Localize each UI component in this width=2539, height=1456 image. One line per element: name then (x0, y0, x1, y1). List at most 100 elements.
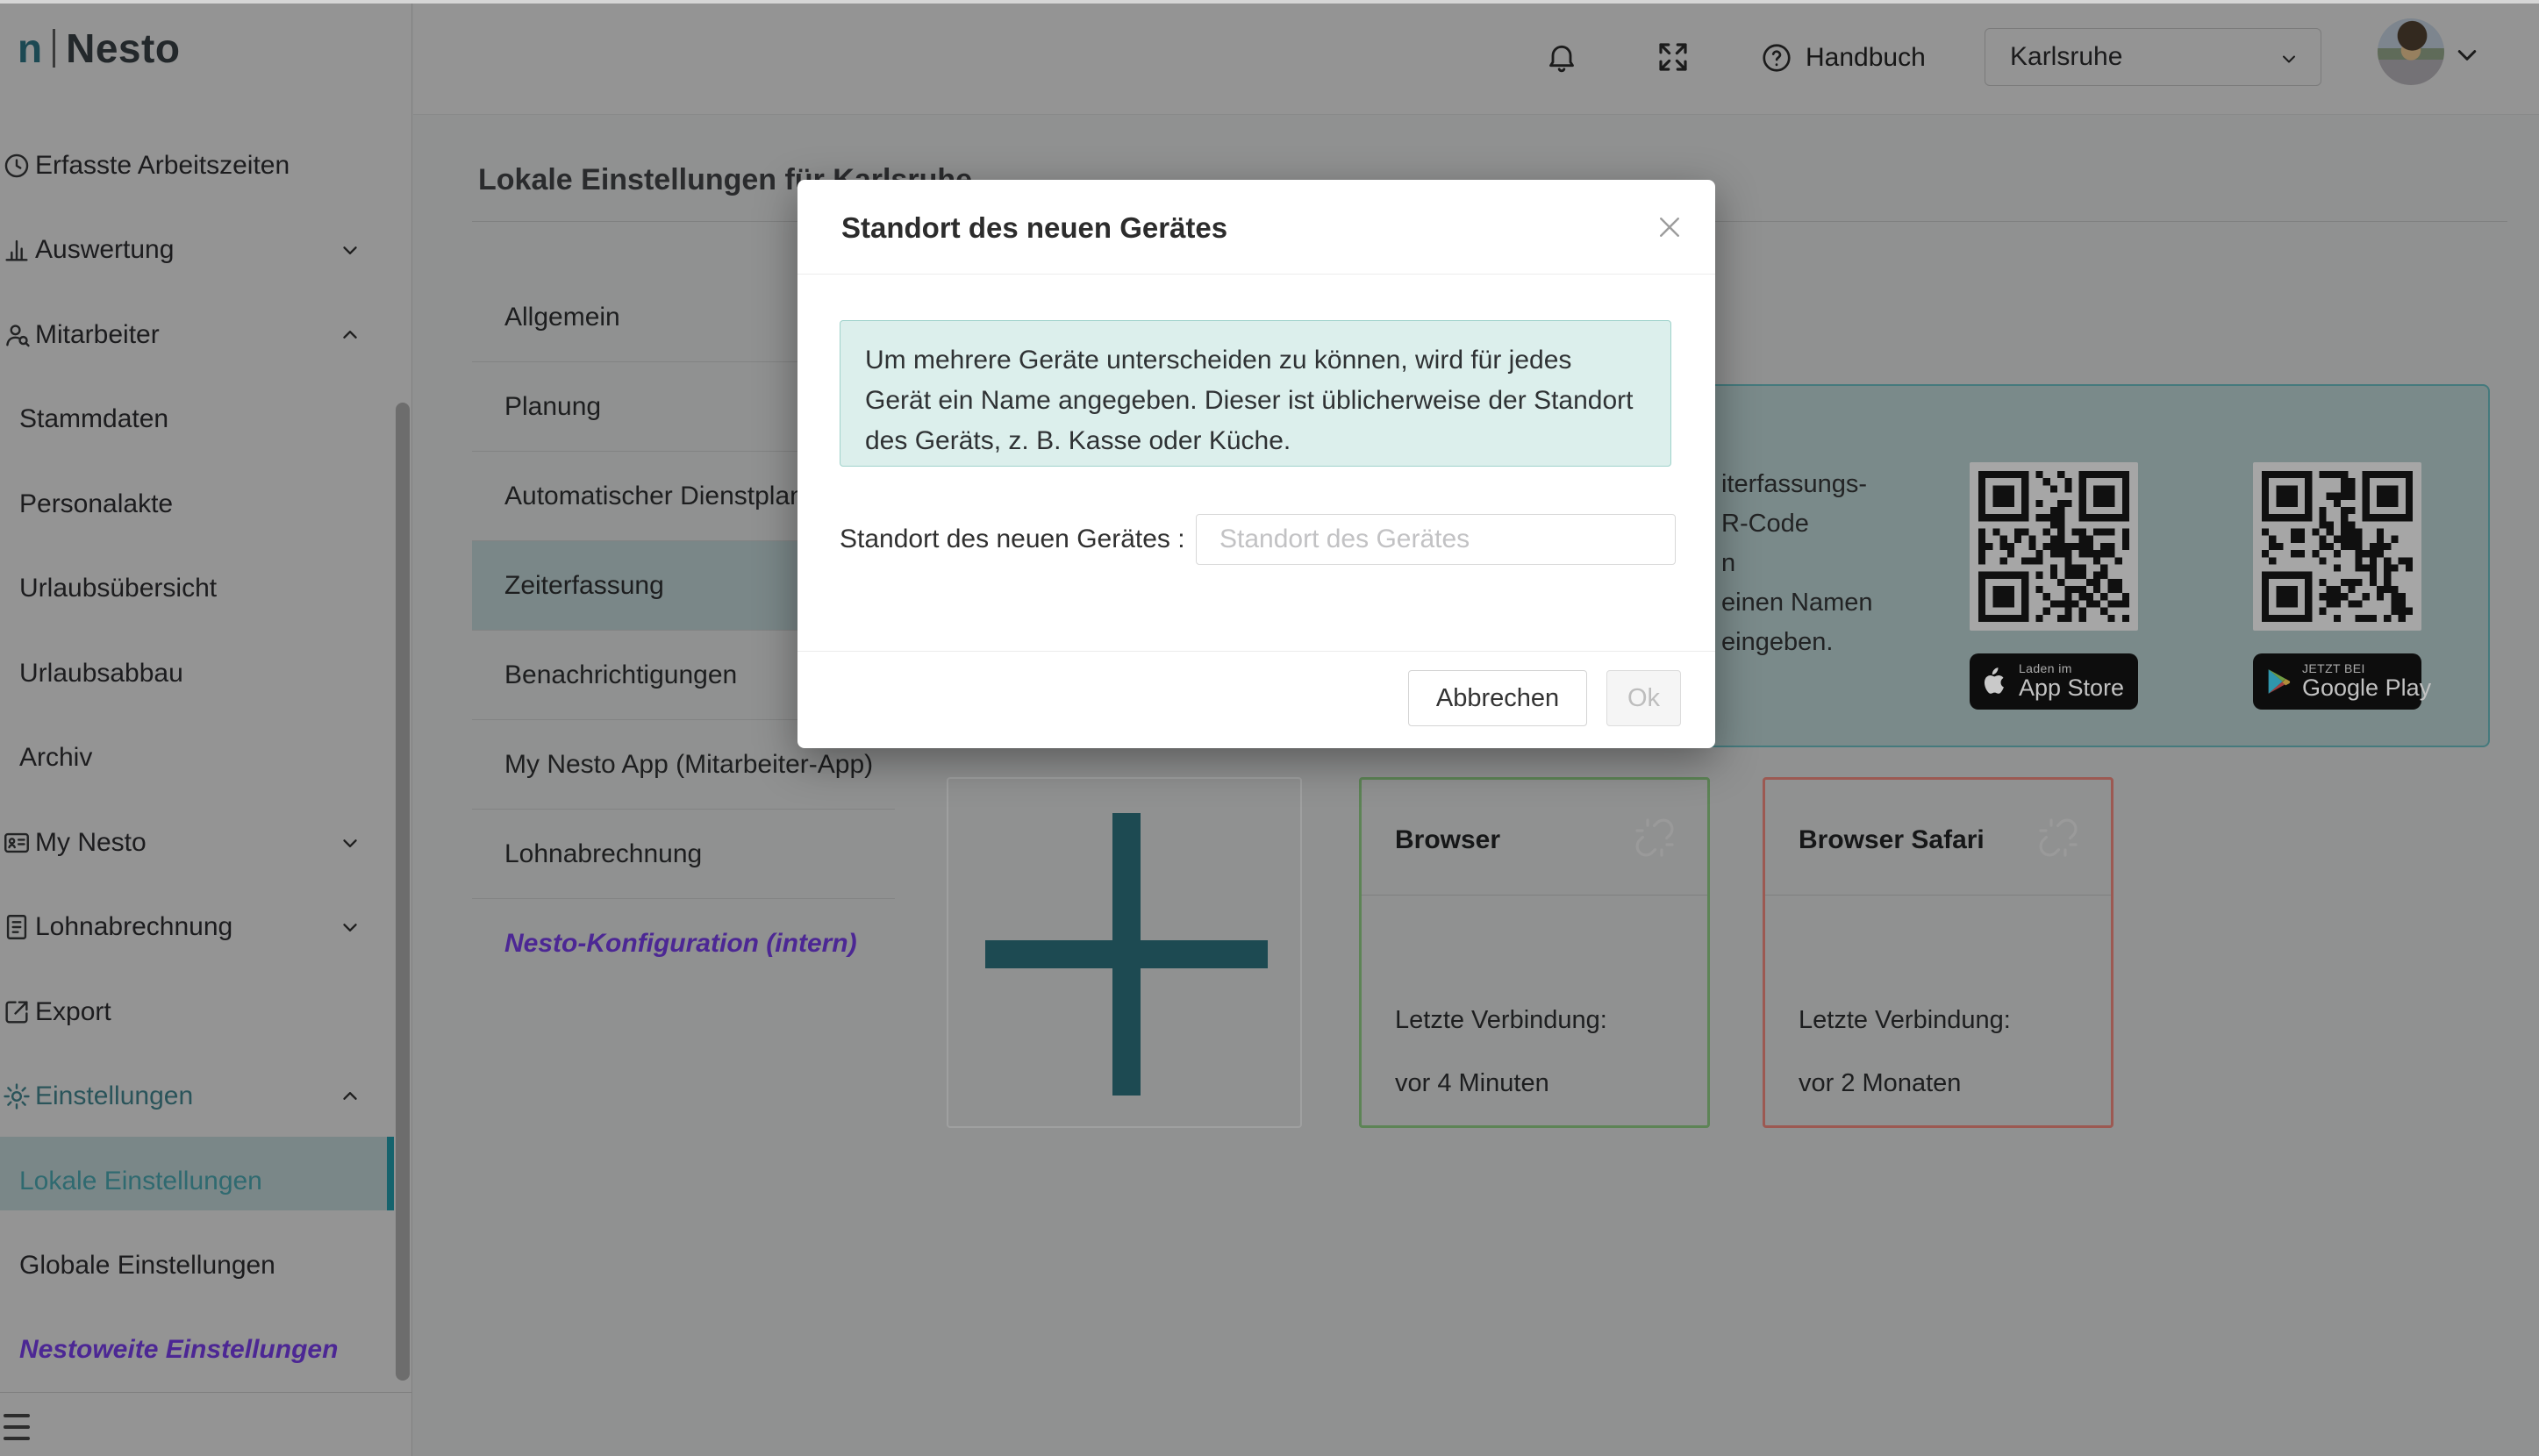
chevron-down-icon (2278, 46, 2299, 68)
tab-label: Allgemein (504, 303, 620, 332)
fullscreen-icon[interactable] (1655, 39, 1691, 75)
bell-icon[interactable] (1544, 39, 1579, 75)
tab-label: Lohnabrechnung (504, 839, 702, 869)
tab-label: Planung (504, 392, 601, 422)
tab-label: Automatischer Dienstplan (504, 482, 805, 511)
logo-mark: n (18, 25, 42, 72)
device-location-input[interactable] (1196, 514, 1676, 565)
user-search-icon (2, 320, 32, 350)
modal-info-box: Um mehrere Geräte unterscheiden zu könne… (840, 320, 1671, 467)
invoice-icon (2, 912, 32, 942)
manual-link[interactable]: Handbuch (1760, 40, 1970, 75)
sidebar-item-lokale-einstellungen[interactable]: Lokale Einstellungen (0, 1164, 394, 1199)
modal-info-text: Um mehrere Geräte unterscheiden zu könne… (865, 340, 1637, 461)
user-menu-chevron-icon[interactable] (2452, 42, 2482, 68)
sidebar-item-archiv[interactable]: Archiv (0, 740, 394, 775)
chevron-up-icon (339, 324, 361, 346)
unlink-icon[interactable] (1634, 817, 1676, 859)
sidebar-item-globale-einstellungen[interactable]: Globale Einstellungen (0, 1248, 394, 1283)
id-card-icon (2, 828, 32, 858)
device-card-browser-safari[interactable]: Browser Safari Letzte Verbindung: vor 2 … (1763, 777, 2113, 1128)
bar-chart-icon (2, 235, 32, 265)
sidebar-item-lohnabrechnung[interactable]: Lohnabrechnung (0, 910, 394, 945)
badge-tagline: JETZT BEI (2302, 662, 2431, 675)
google-play-qr-code (2253, 462, 2421, 631)
card-divider (1362, 895, 1707, 896)
sidebar-item-label: Urlaubsabbau (19, 659, 183, 689)
sidebar-item-erfasste-arbeitszeiten[interactable]: Erfasste Arbeitszeiten (0, 148, 394, 183)
sidebar-item-personalakte[interactable]: Personalakte (0, 487, 394, 522)
device-location-label: Standort des neuen Gerätes : (840, 525, 1177, 554)
sidebar-item-my-nesto[interactable]: My Nesto (0, 825, 394, 860)
card-divider (1765, 895, 2111, 896)
ok-button[interactable]: Ok (1606, 670, 1681, 726)
sidebar-item-label: Urlaubsübersicht (19, 574, 217, 603)
location-select-value: Karlsruhe (2010, 42, 2122, 72)
sidebar: n Nesto Erfasste Arbeitszeiten Auswertun… (0, 4, 412, 1456)
badge-store-name: App Store (2019, 675, 2124, 700)
sidebar-bottom-divider (0, 1392, 412, 1393)
sidebar-item-nestoweite-einstellungen[interactable]: Nestoweite Einstellungen (0, 1332, 394, 1367)
last-connection-label: Letzte Verbindung: (1395, 1006, 1607, 1035)
tab-label: Nesto-Konfiguration (intern) (504, 929, 857, 959)
unlink-icon[interactable] (2037, 817, 2079, 859)
sidebar-item-label: Lohnabrechnung (35, 912, 232, 942)
sidebar-item-einstellungen[interactable]: Einstellungen (0, 1079, 394, 1114)
logo-name: Nesto (66, 25, 180, 72)
last-connection-label: Letzte Verbindung: (1799, 1006, 2011, 1035)
ok-button-label: Ok (1627, 684, 1660, 713)
manual-label: Handbuch (1806, 43, 1926, 73)
logo-divider (53, 29, 55, 68)
sidebar-item-label: Erfasste Arbeitszeiten (35, 151, 290, 181)
gear-icon (2, 1081, 32, 1111)
apple-icon (1980, 667, 2010, 696)
sidebar-item-label: Lokale Einstellungen (19, 1167, 262, 1196)
google-play-icon (2264, 667, 2293, 696)
cancel-button[interactable]: Abbrechen (1408, 670, 1587, 726)
sidebar-item-auswertung[interactable]: Auswertung (0, 232, 394, 268)
chevron-down-icon (339, 831, 361, 854)
sidebar-item-mitarbeiter[interactable]: Mitarbeiter (0, 318, 394, 353)
sidebar-scrollbar[interactable] (396, 403, 410, 1381)
export-icon (2, 997, 32, 1027)
device-card-title: Browser Safari (1799, 825, 1985, 855)
location-select[interactable]: Karlsruhe (1985, 28, 2321, 86)
app-logo: n Nesto (18, 25, 180, 72)
clock-icon (2, 151, 32, 181)
new-device-modal: Standort des neuen Gerätes Um mehrere Ge… (797, 180, 1715, 748)
sidebar-item-export[interactable]: Export (0, 995, 394, 1030)
chevron-up-icon (339, 1085, 361, 1108)
sidebar-item-label: Nestoweite Einstellungen (19, 1335, 338, 1365)
collapse-menu-icon[interactable] (4, 1410, 33, 1445)
app-store-qr-code (1970, 462, 2138, 631)
badge-tagline: Laden im (2019, 662, 2124, 675)
help-circle-icon (1760, 41, 1793, 75)
close-icon[interactable] (1654, 211, 1685, 243)
sidebar-item-label: Stammdaten (19, 404, 168, 434)
modal-title: Standort des neuen Gerätes (841, 211, 1227, 245)
last-connection-value: vor 4 Minuten (1395, 1069, 1549, 1098)
avatar[interactable] (2378, 18, 2444, 85)
modal-header-divider (797, 274, 1715, 275)
device-card-title: Browser (1395, 825, 1500, 855)
google-play-badge: JETZT BEI Google Play (2253, 653, 2421, 710)
sidebar-item-urlaubsabbau[interactable]: Urlaubsabbau (0, 656, 394, 691)
modal-footer-divider (797, 651, 1715, 652)
app-store-badge: Laden im App Store (1970, 653, 2138, 710)
app-screen: n Nesto Erfasste Arbeitszeiten Auswertun… (0, 0, 2539, 1456)
sidebar-item-label: My Nesto (35, 828, 147, 858)
chevron-down-icon (339, 239, 361, 261)
sidebar-item-label: Personalakte (19, 489, 173, 519)
tab-label: Zeiterfassung (504, 571, 664, 601)
device-card-browser[interactable]: Browser Letzte Verbindung: vor 4 Minuten (1359, 777, 1710, 1128)
add-device-card[interactable] (947, 777, 1302, 1128)
sidebar-item-stammdaten[interactable]: Stammdaten (0, 402, 394, 437)
plus-icon (985, 940, 1268, 968)
tab-lohnabrechnung[interactable]: Lohnabrechnung (472, 810, 895, 899)
sidebar-item-urlaubsuebersicht[interactable]: Urlaubsübersicht (0, 571, 394, 606)
sidebar-item-label: Archiv (19, 743, 92, 773)
sidebar-item-label: Export (35, 997, 111, 1027)
tab-label: Benachrichtigungen (504, 660, 737, 690)
tab-nesto-konfiguration[interactable]: Nesto-Konfiguration (intern) (472, 899, 895, 989)
badge-store-name: Google Play (2302, 675, 2431, 700)
